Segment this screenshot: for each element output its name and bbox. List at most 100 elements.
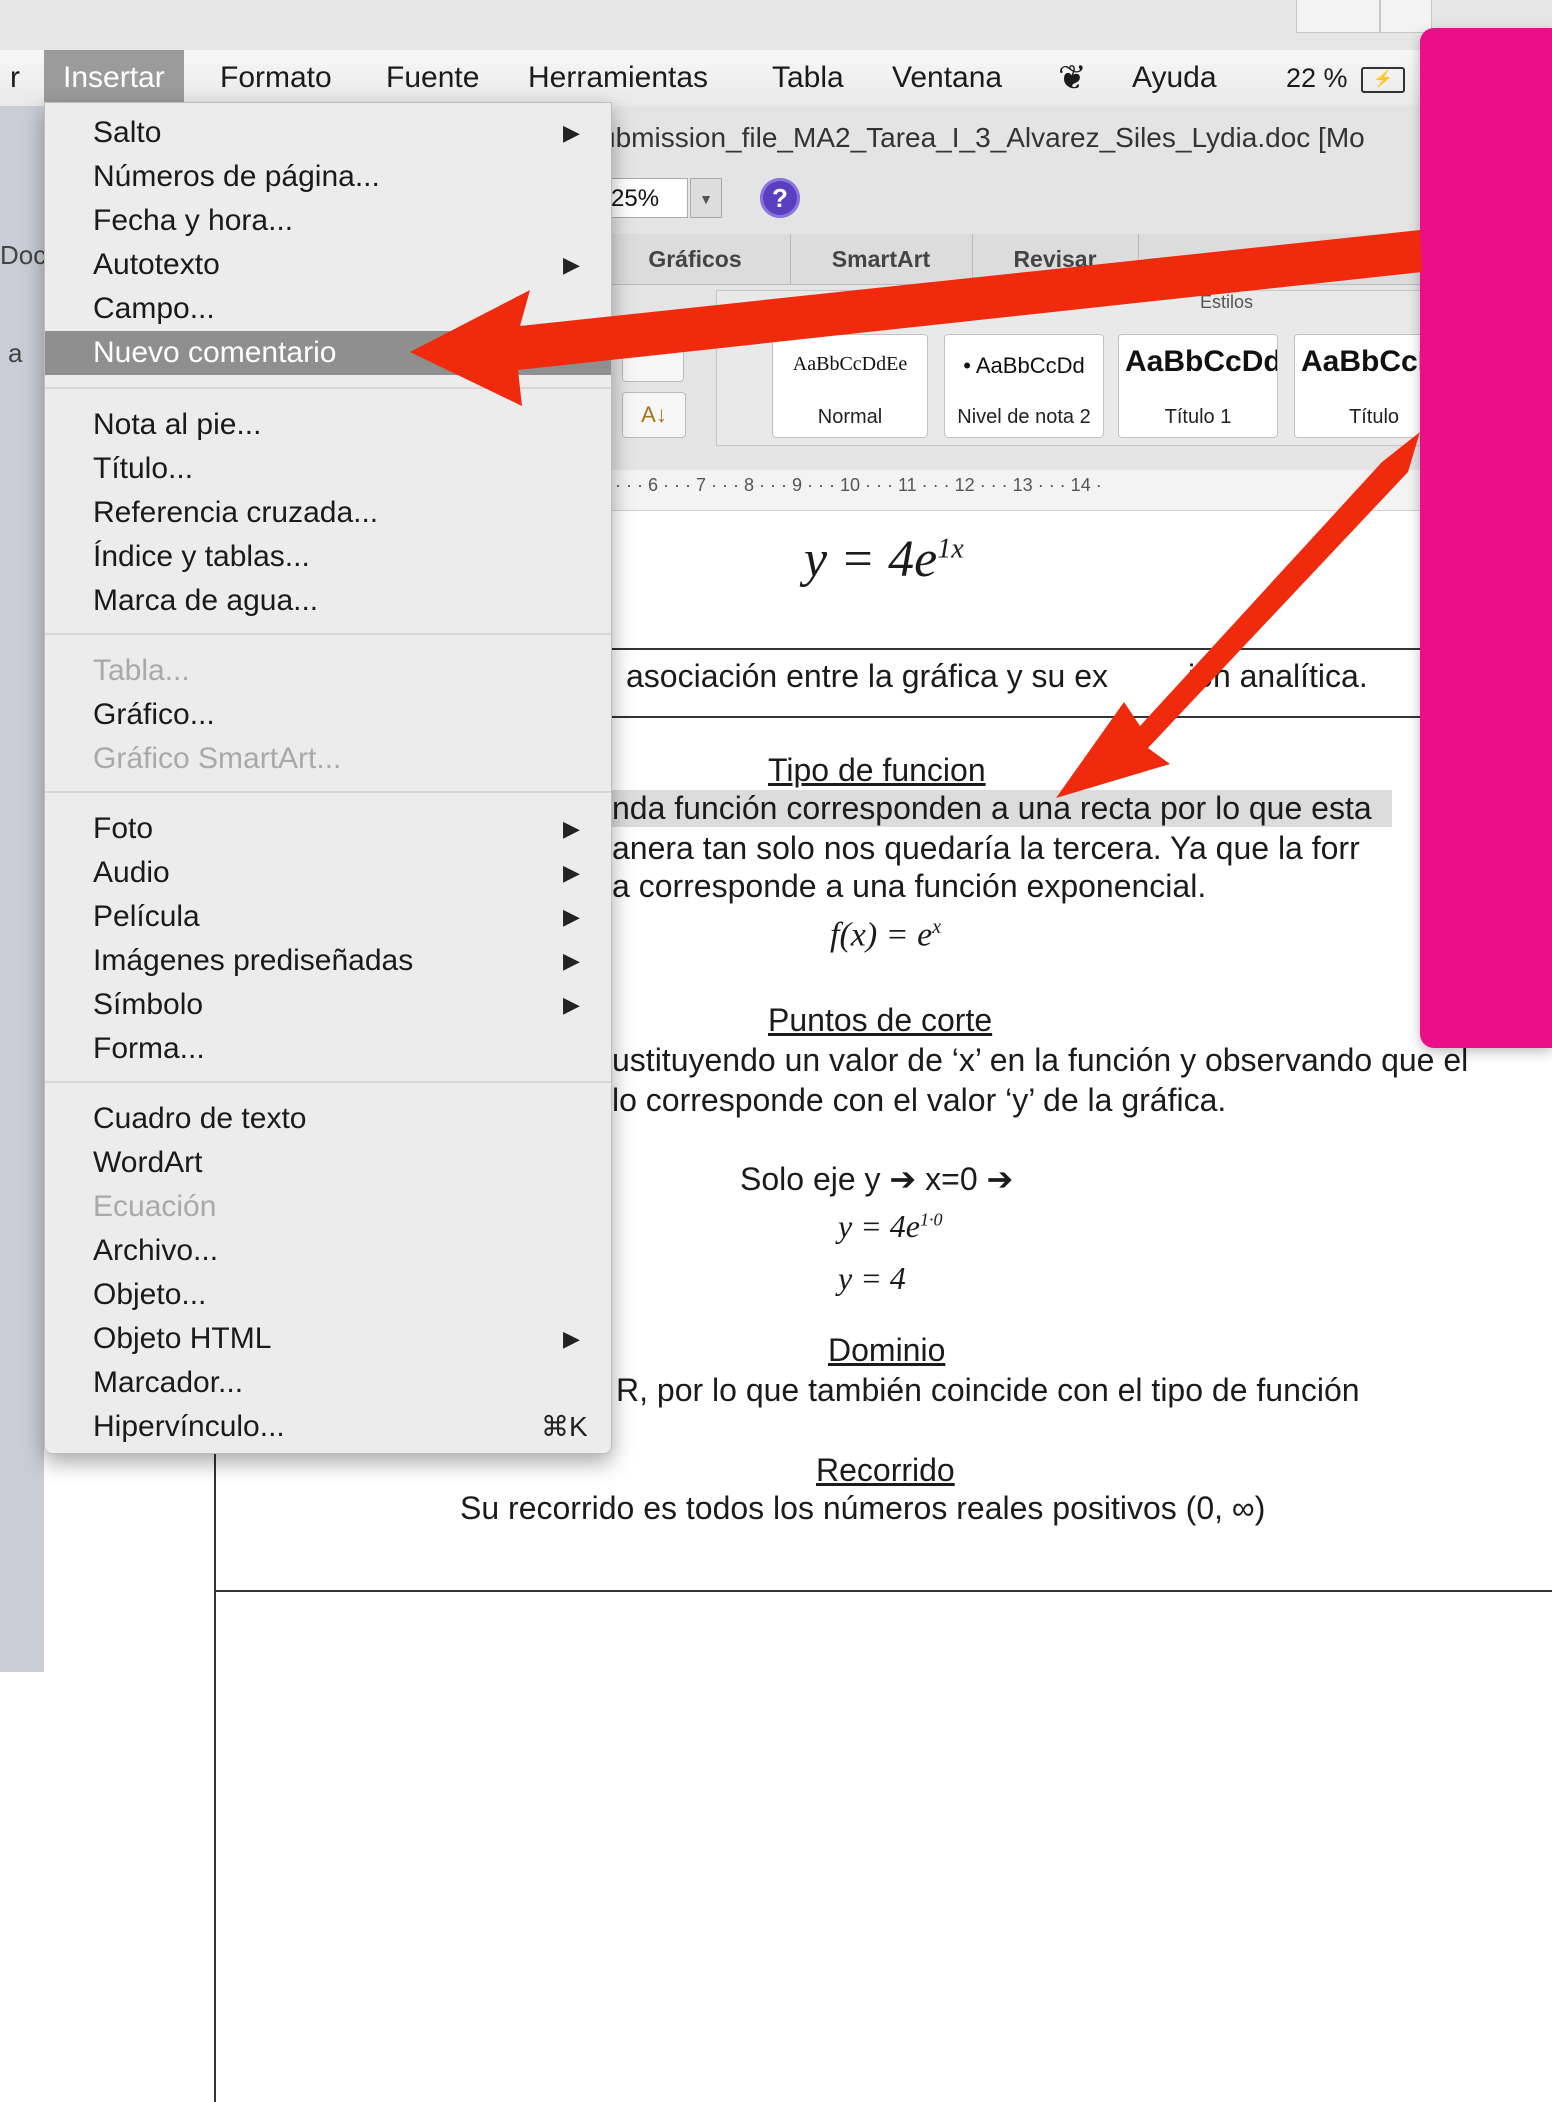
- menu-item-pelicula[interactable]: Película ▶: [45, 895, 611, 939]
- menu-item-marca-de-agua[interactable]: Marca de agua...: [45, 579, 611, 623]
- text-line: lo corresponde con el valor ‘y’ de la gr…: [612, 1082, 1227, 1118]
- menu-item-objeto[interactable]: Objeto...: [45, 1273, 611, 1317]
- menu-item-label: Objeto...: [93, 1278, 207, 1311]
- tab-graficos[interactable]: Gráficos: [600, 234, 791, 284]
- menu-bar-item-formato[interactable]: Formato: [220, 50, 332, 106]
- sort-button[interactable]: A↓: [622, 392, 686, 438]
- window-control-button[interactable]: [1380, 0, 1432, 33]
- style-nivel-de-nota-2[interactable]: • AaBbCcDd Nivel de nota 2: [944, 334, 1104, 438]
- table-border: [214, 1590, 1552, 1592]
- menu-item-nuevo-comentario[interactable]: Nuevo comentario: [45, 331, 611, 375]
- menu-item-indice-y-tablas[interactable]: Índice y tablas...: [45, 535, 611, 579]
- style-name: Normal: [817, 406, 883, 428]
- menu-item-hipervinculo[interactable]: Hipervínculo... ⌘K: [45, 1405, 611, 1449]
- menu-item-foto[interactable]: Foto ▶: [45, 807, 611, 851]
- text-line: R, por lo que también coincide con el ti…: [616, 1372, 1360, 1408]
- submenu-arrow-icon: ▶: [563, 860, 580, 885]
- style-sample: AaBbCcDdEe: [792, 353, 908, 375]
- menu-bar-item-tabla[interactable]: Tabla: [772, 50, 844, 106]
- menu-item-audio[interactable]: Audio ▶: [45, 851, 611, 895]
- menu-item-forma[interactable]: Forma...: [45, 1027, 611, 1071]
- battery-percent: 22 %: [1286, 63, 1348, 93]
- menu-bar-item-insertar[interactable]: Insertar: [44, 50, 184, 106]
- menu-item-campo[interactable]: Campo...: [45, 287, 611, 331]
- menu-item-label: Gráfico...: [93, 698, 215, 731]
- menu-item-label: Archivo...: [93, 1234, 219, 1267]
- menu-item-imagenes-prediseñadas[interactable]: Imágenes prediseñadas ▶: [45, 939, 611, 983]
- window-control-button[interactable]: [1296, 0, 1380, 33]
- menu-item-label: Autotexto: [93, 248, 220, 281]
- menu-item-grafico[interactable]: Gráfico...: [45, 693, 611, 737]
- document-title: ubmission_file_MA2_Tarea_I_3_Alvarez_Sil…: [600, 122, 1365, 153]
- menu-item-referencia-cruzada[interactable]: Referencia cruzada...: [45, 491, 611, 535]
- horizontal-ruler[interactable]: 5 · · · 6 · · · 7 · · · 8 · · · 9 · · · …: [600, 470, 1552, 511]
- menu-item-nota-al-pie[interactable]: Nota al pie...: [45, 403, 611, 447]
- text-line: Su recorrido es todos los números reales…: [460, 1490, 1266, 1526]
- menu-item-titulo[interactable]: Título...: [45, 447, 611, 491]
- menu-bar-item-fuente[interactable]: Fuente: [386, 50, 479, 106]
- menu-item-salto[interactable]: Salto ▶: [45, 111, 611, 155]
- equation-exponent: 1x: [937, 533, 964, 565]
- tab-revisar[interactable]: Revisar: [972, 234, 1139, 284]
- text-line: anera tan solo nos quedaría la tercera. …: [612, 830, 1360, 866]
- menu-item-label: Forma...: [93, 1032, 205, 1065]
- ruler-ticks: 5 · · · 6 · · · 7 · · · 8 · · · 9 · · · …: [600, 475, 1102, 495]
- style-name: Nivel de nota 2: [957, 406, 1091, 428]
- tab-smartart[interactable]: SmartArt: [790, 234, 973, 284]
- zoom-field[interactable]: 25%: [604, 178, 688, 218]
- script-icon[interactable]: ❦: [1058, 50, 1087, 106]
- menu-item-label: Imágenes prediseñadas: [93, 944, 414, 977]
- battery-icon: ⚡: [1361, 66, 1406, 93]
- menu-item-archivo[interactable]: Archivo...: [45, 1229, 611, 1273]
- menu-item-simbolo[interactable]: Símbolo ▶: [45, 983, 611, 1027]
- menu-item-label: Marca de agua...: [93, 584, 319, 617]
- menu-item-label: Salto: [93, 116, 162, 149]
- menu-item-objeto-html[interactable]: Objeto HTML ▶: [45, 1317, 611, 1361]
- menu-item-label: Nota al pie...: [93, 408, 262, 441]
- style-sample: AaBbCcDd: [1125, 345, 1278, 378]
- ribbon-tabs: Gráficos SmartArt Revisar: [600, 234, 1552, 285]
- text-line: ustituyendo un valor de ‘x’ en la funció…: [612, 1042, 1469, 1078]
- menu-item-label: Marcador...: [93, 1366, 244, 1399]
- menu-item-cuadro-de-texto[interactable]: Cuadro de texto: [45, 1097, 611, 1141]
- menu-item-wordart[interactable]: WordArt: [45, 1141, 611, 1185]
- style-titulo-1[interactable]: AaBbCcDd Título 1: [1118, 334, 1278, 438]
- menu-item-label: Fecha y hora...: [93, 204, 294, 237]
- menu-separator: [45, 387, 611, 389]
- menu-item-label: Hipervínculo...: [93, 1410, 285, 1443]
- menu-bar-item-herramientas-clipped[interactable]: r: [10, 50, 20, 106]
- menu-item-label: WordArt: [93, 1146, 203, 1179]
- clipped-label: a: [8, 338, 23, 368]
- help-icon[interactable]: ?: [760, 178, 800, 218]
- menu-item-label: Índice y tablas...: [93, 540, 310, 573]
- menu-item-numeros-de-pagina[interactable]: Números de página...: [45, 155, 611, 199]
- menu-item-label: Gráfico SmartArt...: [93, 742, 342, 775]
- menu-item-ecuacion: Ecuación: [45, 1185, 611, 1229]
- equation-fx: f(x) = ex: [830, 916, 941, 954]
- text-line-part: asociación entre la gráfica y su ex: [626, 658, 1109, 694]
- menu-item-marcador[interactable]: Marcador...: [45, 1361, 611, 1405]
- menu-bar-item-herramientas[interactable]: Herramientas: [528, 50, 708, 106]
- menu-item-label: Referencia cruzada...: [93, 496, 379, 529]
- menu-item-fecha-y-hora[interactable]: Fecha y hora...: [45, 199, 611, 243]
- toolbar-button[interactable]: [622, 338, 684, 382]
- text-solo-eje: Solo eje y ➔ x=0 ➔: [740, 1161, 1014, 1197]
- style-normal[interactable]: AaBbCcDdEe Normal: [772, 334, 928, 438]
- submenu-arrow-icon: ▶: [563, 904, 580, 929]
- menu-separator: [45, 1081, 611, 1083]
- menu-item-label: Números de página...: [93, 160, 380, 193]
- menu-item-label: Cuadro de texto: [93, 1102, 307, 1135]
- style-sample: • AaBbCcDd: [963, 353, 1085, 378]
- equation-exponent: 1·0: [920, 1209, 943, 1230]
- menu-bar-item-ayuda[interactable]: Ayuda: [1132, 50, 1217, 106]
- heading-dominio: Dominio: [828, 1332, 946, 1368]
- equation-exponent: x: [932, 916, 942, 938]
- equation-result: y = 4: [838, 1260, 906, 1296]
- submenu-arrow-icon: ▶: [563, 816, 580, 841]
- submenu-arrow-icon: ▶: [563, 120, 580, 145]
- menu-item-autotexto[interactable]: Autotexto ▶: [45, 243, 611, 287]
- heading-puntos-de-corte: Puntos de corte: [768, 1002, 993, 1038]
- menu-bar-item-ventana[interactable]: Ventana: [892, 50, 1002, 106]
- chevron-down-icon[interactable]: ▼: [690, 178, 722, 218]
- battery-status[interactable]: 22 % ⚡: [1286, 50, 1406, 106]
